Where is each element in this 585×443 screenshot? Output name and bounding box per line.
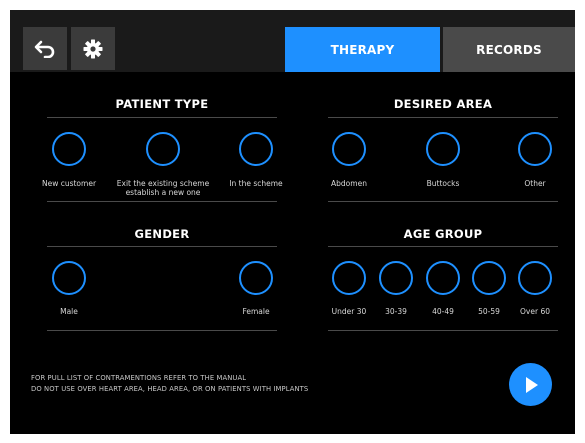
desired-area-title: DESIRED AREA	[393, 97, 493, 111]
age-under-30-radio[interactable]	[332, 261, 366, 295]
patient-type-in-scheme-label: In the scheme	[229, 179, 283, 188]
desired-area-other-radio[interactable]	[518, 132, 552, 166]
age-under-30-label: Under 30	[331, 307, 367, 316]
gender-title: GENDER	[134, 227, 190, 241]
warning-line-1: FOR PULL LIST OF CONTRAMENTIONS REFER TO…	[31, 374, 247, 382]
back-button[interactable]	[23, 27, 67, 70]
desired-area-abdomen-label: Abdomen	[331, 179, 367, 188]
divider	[328, 246, 558, 247]
tab-records-label: RECORDS	[476, 42, 542, 57]
start-therapy-button[interactable]	[509, 363, 552, 406]
divider	[47, 201, 277, 202]
divider	[47, 117, 277, 118]
back-arrow-icon	[34, 40, 55, 58]
gender-female-label: Female	[242, 307, 270, 316]
age-30-39-label: 30-39	[385, 307, 407, 316]
gear-icon	[83, 39, 103, 58]
divider	[328, 117, 558, 118]
patient-type-in-scheme-radio[interactable]	[239, 132, 273, 166]
divider	[328, 201, 558, 202]
tab-therapy-label: THERAPY	[330, 42, 395, 57]
gender-male-label: Male	[60, 307, 78, 316]
desired-area-abdomen-radio[interactable]	[332, 132, 366, 166]
age-over-60-label: Over 60	[520, 307, 550, 316]
divider	[47, 246, 277, 247]
settings-button[interactable]	[71, 27, 115, 70]
divider	[47, 330, 277, 331]
gender-female-radio[interactable]	[239, 261, 273, 295]
age-30-39-radio[interactable]	[379, 261, 413, 295]
warning-line-2: DO NOT USE OVER HEART AREA, HEAD AREA, O…	[31, 385, 309, 393]
therapy-screen: THERAPY RECORDS PATIENT TYPE New custome…	[10, 10, 575, 434]
tab-therapy[interactable]: THERAPY	[285, 27, 440, 72]
age-over-60-radio[interactable]	[518, 261, 552, 295]
age-40-49-label: 40-49	[432, 307, 454, 316]
patient-type-exit-scheme-label: Exit the existing scheme establish a new…	[108, 179, 218, 197]
desired-area-buttocks-radio[interactable]	[426, 132, 460, 166]
desired-area-other-label: Other	[524, 179, 546, 188]
gender-male-radio[interactable]	[52, 261, 86, 295]
patient-type-new-customer-radio[interactable]	[52, 132, 86, 166]
desired-area-buttocks-label: Buttocks	[426, 179, 460, 188]
patient-type-new-customer-label: New customer	[41, 179, 97, 188]
tab-records[interactable]: RECORDS	[443, 27, 575, 72]
age-40-49-radio[interactable]	[426, 261, 460, 295]
age-group-title: AGE GROUP	[403, 227, 483, 241]
age-50-59-label: 50-59	[478, 307, 500, 316]
play-icon	[525, 376, 538, 393]
patient-type-exit-scheme-label-line1: Exit the existing scheme	[116, 179, 210, 188]
age-50-59-radio[interactable]	[472, 261, 506, 295]
patient-type-exit-scheme-radio[interactable]	[146, 132, 180, 166]
divider	[328, 330, 558, 331]
patient-type-title: PATIENT TYPE	[115, 97, 209, 111]
patient-type-exit-scheme-label-line2: establish a new one	[125, 188, 201, 197]
